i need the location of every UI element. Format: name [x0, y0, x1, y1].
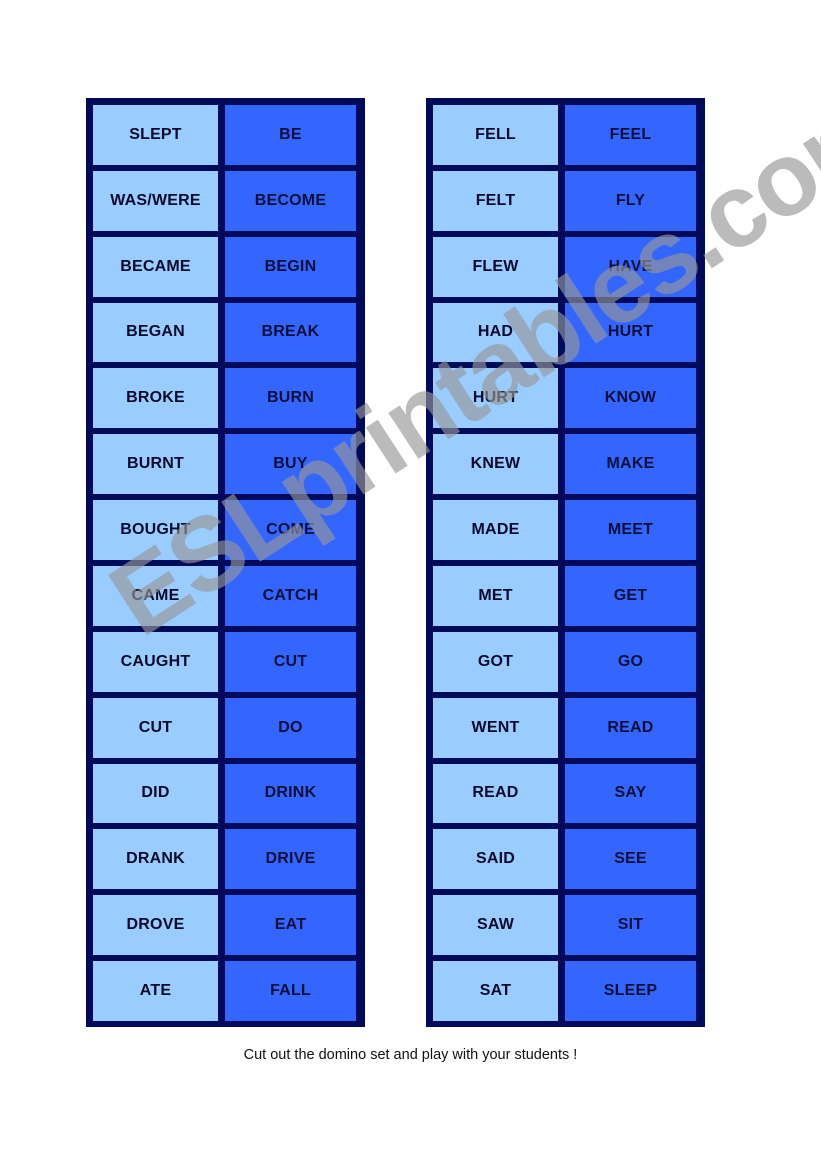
domino-cell-past-form: ATE — [93, 961, 218, 1021]
domino-cell-past-form: HAD — [433, 302, 558, 363]
domino-cell-base-form: READ — [565, 697, 696, 758]
domino-cell-past-form: BEGAN — [93, 302, 218, 363]
domino-cell-past-form: FELL — [433, 105, 558, 165]
domino-cell-past-form: READ — [433, 763, 558, 824]
domino-cell-base-form: GET — [565, 566, 696, 626]
domino-cell-base-form: SLEEP — [565, 961, 696, 1021]
domino-cell-past-form: CUT — [93, 697, 218, 758]
domino-cell-past-form: DRANK — [93, 829, 218, 890]
domino-cell-past-form: KNEW — [433, 434, 558, 495]
domino-cell-base-form: BEGIN — [225, 236, 356, 297]
domino-cell-base-form: HURT — [565, 302, 696, 363]
domino-cell-base-form: FLY — [565, 170, 696, 231]
domino-cell-base-form: MAKE — [565, 434, 696, 495]
domino-cell-base-form: GO — [565, 631, 696, 692]
domino-cell-past-form: WAS/WERE — [93, 170, 218, 231]
domino-cell-past-form: DROVE — [93, 895, 218, 956]
domino-cell-base-form: BUY — [225, 434, 356, 495]
domino-cell-base-form: SAY — [565, 763, 696, 824]
domino-cell-base-form: SEE — [565, 829, 696, 890]
domino-cell-base-form: DO — [225, 697, 356, 758]
domino-cell-base-form: BREAK — [225, 302, 356, 363]
domino-cell-past-form: GOT — [433, 631, 558, 692]
domino-table-left: SLEPT BE WAS/WERE BECOME BECAME BEGIN BEGAN BRE… — [86, 98, 365, 1027]
domino-cell-base-form: KNOW — [565, 368, 696, 429]
domino-cell-past-form: MADE — [433, 500, 558, 560]
domino-cell-base-form: DRIVE — [225, 829, 356, 890]
domino-cell-base-form: COME — [225, 500, 356, 560]
domino-cell-base-form: BE — [225, 105, 356, 165]
domino-cell-past-form: BOUGHT — [93, 500, 218, 560]
domino-cell-past-form: FELT — [433, 170, 558, 231]
domino-cell-past-form: FLEW — [433, 236, 558, 297]
domino-cell-past-form: SAW — [433, 895, 558, 956]
domino-cell-past-form: SAID — [433, 829, 558, 890]
domino-cell-base-form: SIT — [565, 895, 696, 956]
domino-cell-base-form: FALL — [225, 961, 356, 1021]
domino-cell-past-form: CAUGHT — [93, 631, 218, 692]
domino-cell-base-form: HAVE — [565, 236, 696, 297]
instructions-caption: Cut out the domino set and play with you… — [243, 1047, 578, 1063]
domino-cell-past-form: SAT — [433, 961, 558, 1021]
domino-cell-past-form: HURT — [433, 368, 558, 429]
domino-cell-base-form: BECOME — [225, 170, 356, 231]
domino-cell-past-form: CAME — [93, 566, 218, 626]
domino-cell-past-form: BECAME — [93, 236, 218, 297]
domino-table-right: FELL FEEL FELT FLY FLEW HAVE HAD HURT HURT KNOW KN… — [426, 98, 705, 1027]
domino-cell-base-form: MEET — [565, 500, 696, 560]
domino-cell-past-form: SLEPT — [93, 105, 218, 165]
domino-cell-past-form: BROKE — [93, 368, 218, 429]
domino-cell-base-form: FEEL — [565, 105, 696, 165]
domino-cell-base-form: CATCH — [225, 566, 356, 626]
domino-cell-past-form: WENT — [433, 697, 558, 758]
domino-cell-past-form: DID — [93, 763, 218, 824]
domino-cell-past-form: MET — [433, 566, 558, 626]
domino-cell-base-form: EAT — [225, 895, 356, 956]
domino-cell-past-form: BURNT — [93, 434, 218, 495]
domino-cell-base-form: CUT — [225, 631, 356, 692]
domino-cell-base-form: BURN — [225, 368, 356, 429]
domino-cell-base-form: DRINK — [225, 763, 356, 824]
